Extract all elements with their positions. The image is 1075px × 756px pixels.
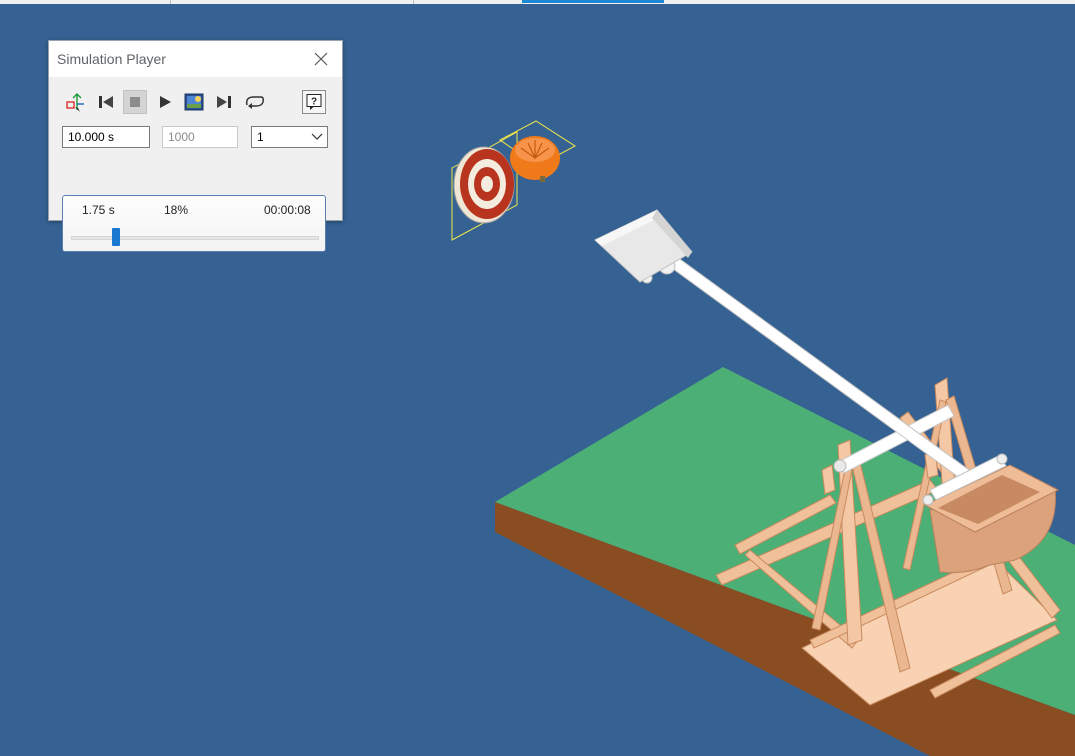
record-button[interactable] (182, 90, 206, 114)
final-time-input[interactable]: 10.000 s (62, 126, 150, 148)
play-button[interactable] (153, 90, 177, 114)
help-button[interactable]: ? (302, 90, 326, 114)
current-time: 1.75 s (82, 203, 115, 217)
construct-mode-button[interactable] (64, 90, 88, 114)
timeline-slider-thumb[interactable] (111, 228, 120, 246)
filter-select[interactable]: 1 (251, 126, 328, 148)
stop-icon (130, 97, 140, 107)
images-input[interactable]: 1000 (162, 126, 238, 148)
target-board[interactable] (451, 131, 518, 241)
close-icon[interactable] (311, 49, 331, 69)
simulation-player-window[interactable]: Simulation Player ? 10.000 s 1000 1 1.75… (48, 40, 343, 252)
loop-icon (245, 96, 264, 109)
filter-value: 1 (257, 130, 264, 144)
go-to-end-icon (217, 96, 231, 108)
elapsed-time: 00:00:08 (264, 203, 311, 217)
timeline-track[interactable] (71, 236, 319, 240)
simulation-progress-panel: 1.75 s 18% 00:00:08 (62, 195, 326, 252)
svg-text:?: ? (311, 97, 317, 108)
window-title: Simulation Player (57, 51, 166, 67)
chevron-down-icon (311, 133, 323, 140)
construct-mode-icon (66, 93, 84, 112)
stop-button[interactable] (123, 90, 147, 114)
percent-complete: 18% (164, 203, 189, 217)
rewind-to-start-icon (99, 96, 113, 108)
title-bar[interactable]: Simulation Player (49, 41, 342, 77)
player-body: ? 10.000 s 1000 1 1.75 s 18% 00:00:08 (49, 77, 342, 252)
play-icon (160, 96, 171, 108)
record-animation-icon (184, 93, 204, 111)
rewind-button[interactable] (94, 90, 118, 114)
help-icon: ? (306, 94, 322, 110)
loop-button[interactable] (242, 90, 266, 114)
end-button[interactable] (212, 90, 236, 114)
